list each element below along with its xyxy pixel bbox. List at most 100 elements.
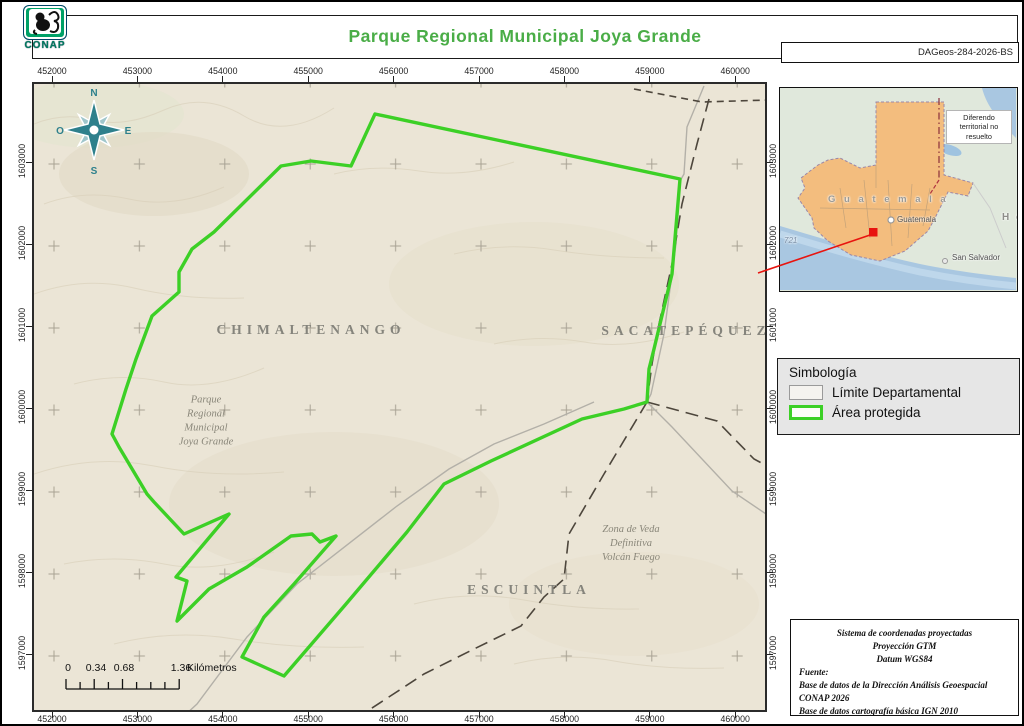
park-name-line: Municipal <box>184 422 228 433</box>
axis-label: 457000 <box>464 66 494 76</box>
axis-tick <box>767 571 773 573</box>
axis-label: 453000 <box>122 714 153 724</box>
credits-source-line: Base de datos cartografía básica IGN 201… <box>799 706 958 717</box>
city-marker-guatemala <box>887 216 895 224</box>
park-name-label: Parque Regional Municipal Joya Grande <box>179 393 234 448</box>
scale-tick-label: 0.34 <box>85 662 107 674</box>
credits-line: Datum WGS84 <box>876 654 933 665</box>
map-document: Parque Regional Municipal Joya Grande CO… <box>0 0 1024 726</box>
conap-logo: CONAP <box>19 5 71 53</box>
scale-ruler <box>65 679 180 690</box>
credits-line: Proyección GTM <box>872 641 937 652</box>
main-map[interactable]: N S E O CHIMALTENANGO SACATEPÉQUEZ ESCUI… <box>32 82 767 712</box>
conap-logo-label: CONAP <box>24 40 66 51</box>
axis-label: 1597000 <box>17 635 27 671</box>
zona-veda-label: Zona de Veda Definitiva Volcán Fuego <box>602 523 660 565</box>
axis-tick <box>307 712 309 718</box>
city-marker-san-salvador <box>942 258 948 264</box>
department-label-chimaltenango: CHIMALTENANGO <box>216 322 406 337</box>
axis-tick <box>563 712 565 718</box>
axis-tick <box>767 325 773 327</box>
axis-label: 459000 <box>635 66 665 76</box>
axis-label: 1599000 <box>17 471 27 507</box>
axis-label: 1602000 <box>768 225 778 261</box>
axis-tick <box>734 712 736 718</box>
department-label-escuintla: ESCUINTLA <box>467 582 591 597</box>
zona-veda-line: Volcán Fuego <box>601 551 661 563</box>
legend-title: Simbología <box>789 365 857 380</box>
axis-tick <box>767 407 773 409</box>
axis-tick <box>649 712 651 718</box>
inset-city2-label: San Salvador <box>952 253 1001 262</box>
axis-tick <box>767 489 773 491</box>
axis-label: 1601000 <box>17 307 27 343</box>
map-canvas <box>34 84 765 710</box>
axis-label: 1602000 <box>17 225 27 261</box>
axis-label: 453000 <box>122 66 153 76</box>
legend-item-label: Área protegida <box>832 405 921 420</box>
conap-logo-icon <box>23 5 67 40</box>
axis-tick <box>767 653 773 655</box>
axis-label: 1599000 <box>768 471 778 507</box>
axis-label: 456000 <box>378 714 409 724</box>
scale-bar: 0 0.34 0.68 1.36 Kilómetros <box>59 662 299 698</box>
park-name-line: Joya Grande <box>178 435 234 447</box>
inset-country-label: G u a t e m a l a <box>828 194 949 205</box>
department-label-sacatepequez: SACATEPÉQUEZ <box>601 323 767 338</box>
axis-label: 455000 <box>293 714 323 724</box>
credits-line: Sistema de coordenadas proyectadas <box>836 628 973 638</box>
axis-tick <box>51 712 53 718</box>
axis-tick <box>478 712 480 718</box>
legend: Simbología Límite Departamental Área pro… <box>777 358 1020 435</box>
protected-area-swatch-icon <box>789 405 823 420</box>
axis-label: 1598000 <box>17 553 27 589</box>
axis-label: 458000 <box>549 66 580 76</box>
axis-tick <box>393 712 395 718</box>
legend-item-label: Límite Departamental <box>832 385 962 400</box>
grid-crosses <box>34 84 765 710</box>
credits-box: Sistema de coordenadas proyectadas Proye… <box>790 619 1019 716</box>
axis-label: 452000 <box>37 714 67 724</box>
axis-label: 459000 <box>635 714 665 724</box>
document-id: DAGeos-284-2026-BS <box>781 42 1019 63</box>
axis-label: 1603000 <box>17 143 27 179</box>
scale-unit-label: Kilómetros <box>187 662 237 674</box>
zona-veda-line: Definitiva <box>610 538 652 550</box>
axis-label: 452000 <box>37 66 67 76</box>
axis-tick <box>767 243 773 245</box>
axis-label: 454000 <box>208 714 238 724</box>
axis-tick <box>222 712 224 718</box>
axis-label: 460000 <box>720 66 750 76</box>
department-limit-swatch-icon <box>789 385 823 400</box>
axis-label: 1600000 <box>17 389 27 425</box>
territorial-dispute-callout: Diferendo territorial no resuelto <box>946 110 1012 145</box>
scale-tick-label: 0 <box>65 662 71 674</box>
axis-label: 1601000 <box>768 307 778 343</box>
axis-label: 1598000 <box>768 553 778 589</box>
axis-tick <box>136 712 138 718</box>
axis-label: 457000 <box>464 714 494 724</box>
axis-tick <box>767 161 773 163</box>
credits-source-line: CONAP 2026 <box>799 693 850 704</box>
monkey-icon <box>29 9 61 35</box>
zona-veda-line: Zona de Veda <box>602 524 660 536</box>
park-name-line: Regional <box>187 408 225 420</box>
inset-city-label: Guatemala <box>897 215 937 224</box>
compass-e: E <box>125 126 132 137</box>
axis-label: 454000 <box>208 66 238 76</box>
credits-fuente-label: Fuente: <box>799 667 829 678</box>
legend-item-limite-departamental[interactable]: Límite Departamental <box>789 385 1019 400</box>
legend-item-area-protegida[interactable]: Área protegida <box>789 405 1019 420</box>
inset-neighbor-label: H o <box>1002 212 1017 223</box>
credits-source-line: Base de datos de la Dirección Análisis G… <box>799 680 988 691</box>
inset-map[interactable]: G u a t e m a l a Guatemala San Salvador… <box>779 87 1018 292</box>
axis-label: 458000 <box>549 714 580 724</box>
axis-label: 1597000 <box>768 635 778 671</box>
compass-s: S <box>91 166 98 176</box>
inset-road-number: 721 <box>784 236 798 245</box>
compass-o: O <box>56 126 64 137</box>
park-name-line: Parque <box>190 394 222 406</box>
axis-label: 1603000 <box>768 143 778 179</box>
axis-label: 460000 <box>720 714 750 724</box>
axis-label: 455000 <box>293 66 323 76</box>
